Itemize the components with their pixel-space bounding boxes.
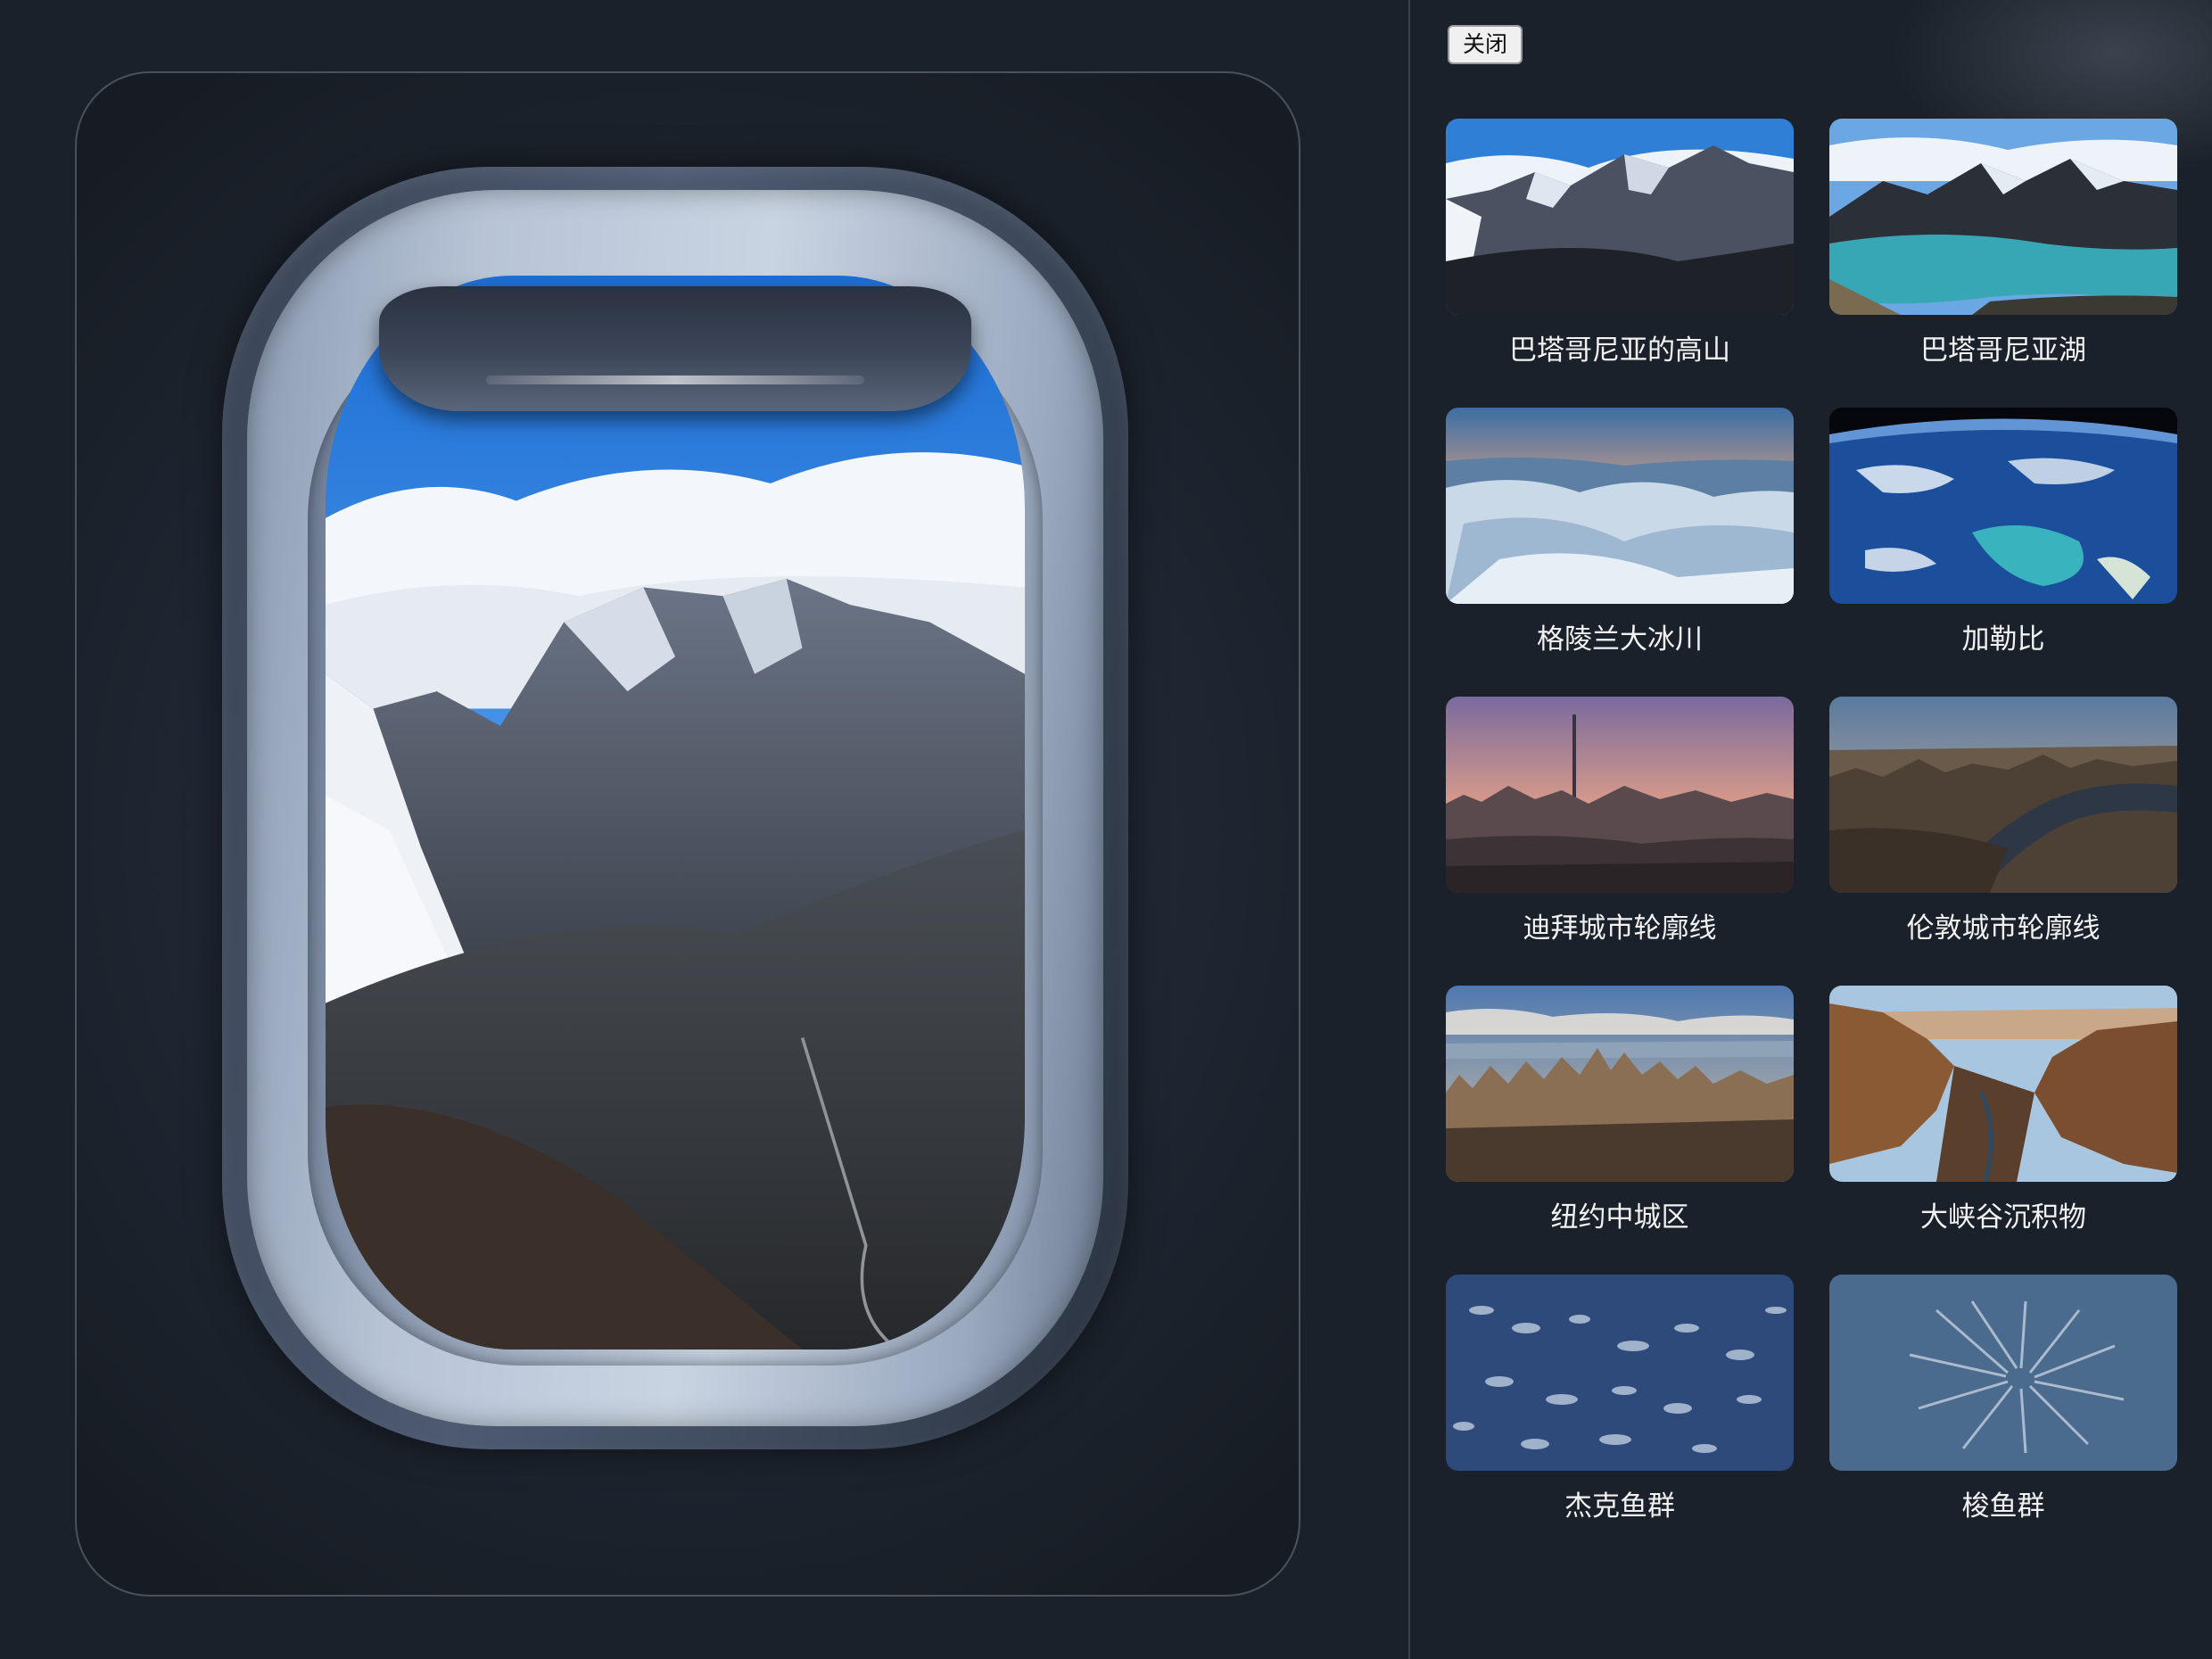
barracuda-thumbnail-image (1829, 1275, 2177, 1471)
airplane-window-frame (222, 167, 1128, 1449)
scene-grid: 巴塔哥尼亚的高山 巴塔哥尼亚湖 格陵兰大冰川 加勒比 迪拜城市轮廓线 伦敦城市轮… (1446, 119, 2177, 1564)
scene-thumbnail[interactable] (1829, 408, 2177, 604)
scene-tile[interactable]: 杰克鱼群 (1446, 1275, 1794, 1564)
cabin-wall (75, 71, 1300, 1597)
scene-title: 巴塔哥尼亚湖 (1920, 334, 2086, 367)
window-scene-view (326, 276, 1025, 1349)
mountains-thumbnail-image (1446, 119, 1794, 315)
screensaver-app: 关闭 巴塔哥尼亚的高山 巴塔哥尼亚湖 格陵兰大冰川 加勒比 迪拜城市轮廓线 伦敦… (0, 0, 2212, 1659)
scene-thumbnail[interactable] (1446, 986, 1794, 1182)
scene-tile[interactable]: 迪拜城市轮廓线 (1446, 697, 1794, 986)
scene-picker-panel: 关闭 巴塔哥尼亚的高山 巴塔哥尼亚湖 格陵兰大冰川 加勒比 迪拜城市轮廓线 伦敦… (1410, 0, 2212, 1659)
scene-thumbnail[interactable] (1446, 119, 1794, 315)
scene-thumbnail[interactable] (1446, 697, 1794, 893)
scene-thumbnail[interactable] (1829, 1275, 2177, 1471)
close-button[interactable]: 关闭 (1448, 25, 1523, 64)
scene-title: 格陵兰大冰川 (1537, 623, 1703, 656)
canyon-thumbnail-image (1829, 986, 2177, 1182)
lake-thumbnail-image (1829, 119, 2177, 315)
scene-thumbnail[interactable] (1829, 986, 2177, 1182)
dubai-thumbnail-image (1446, 697, 1794, 893)
scene-tile[interactable]: 大峡谷沉积物 (1829, 986, 2177, 1275)
scene-title: 梭鱼群 (1961, 1490, 2045, 1523)
scene-title: 伦敦城市轮廓线 (1906, 912, 2101, 945)
earth-thumbnail-image (1829, 408, 2177, 604)
scene-title: 纽约中城区 (1550, 1201, 1689, 1234)
scene-title: 杰克鱼群 (1564, 1490, 1675, 1523)
jack-fish-thumbnail-image (1446, 1275, 1794, 1471)
window-rim (247, 190, 1103, 1426)
glacier-thumbnail-image (1446, 408, 1794, 604)
london-thumbnail-image (1829, 697, 2177, 893)
scene-title: 大峡谷沉积物 (1920, 1201, 2086, 1234)
shade-handle[interactable] (485, 376, 865, 384)
scene-thumbnail[interactable] (1446, 1275, 1794, 1471)
scene-tile[interactable]: 伦敦城市轮廓线 (1829, 697, 2177, 986)
scene-thumbnail[interactable] (1829, 119, 2177, 315)
scene-tile[interactable]: 巴塔哥尼亚的高山 (1446, 119, 1794, 408)
new-york-thumbnail-image (1446, 986, 1794, 1182)
scene-thumbnail[interactable] (1829, 697, 2177, 893)
scene-title: 巴塔哥尼亚的高山 (1509, 334, 1730, 367)
scene-mountains (326, 276, 1025, 1349)
scene-tile[interactable]: 梭鱼群 (1829, 1275, 2177, 1564)
scene-tile[interactable]: 纽约中城区 (1446, 986, 1794, 1275)
scene-title: 迪拜城市轮廓线 (1523, 912, 1717, 945)
scene-tile[interactable]: 加勒比 (1829, 408, 2177, 697)
window-shade[interactable] (379, 286, 971, 411)
scene-tile[interactable]: 巴塔哥尼亚湖 (1829, 119, 2177, 408)
preview-stage (0, 0, 1408, 1659)
scene-thumbnail[interactable] (1446, 408, 1794, 604)
scene-tile[interactable]: 格陵兰大冰川 (1446, 408, 1794, 697)
scene-title: 加勒比 (1961, 623, 2045, 656)
